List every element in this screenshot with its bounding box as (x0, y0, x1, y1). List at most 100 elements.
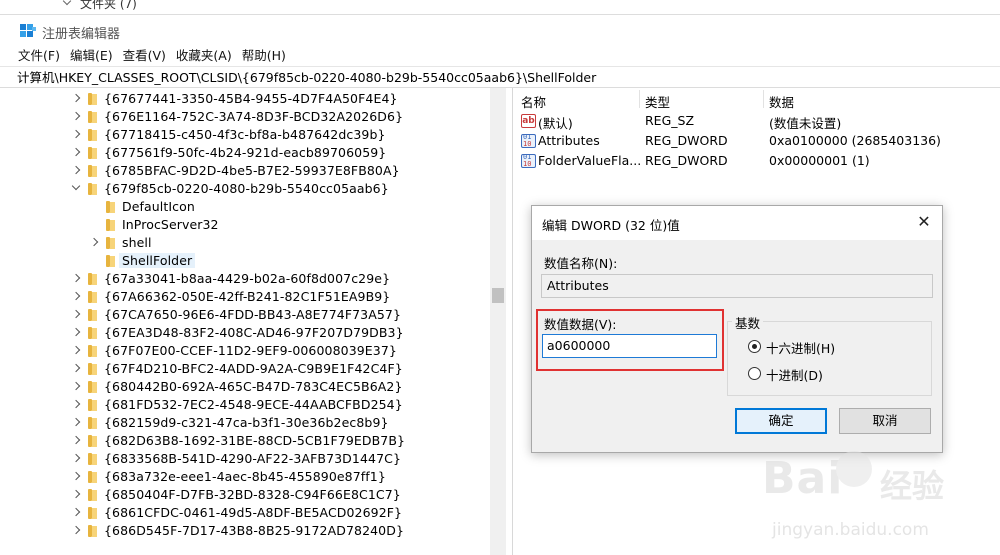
expand-arrow-icon[interactable] (72, 382, 82, 392)
menu-file[interactable]: 文件(F) (18, 46, 60, 68)
expand-arrow-icon[interactable] (72, 112, 82, 122)
regedit-app-icon (20, 24, 36, 40)
tree-item[interactable]: {67A66362-050E-42ff-B241-82C1F51EA9B9} (0, 288, 490, 306)
tree-item-label: {677561f9-50fc-4b24-921d-eacb89706059} (104, 145, 387, 160)
tree-item-label: {681FD532-7EC2-4548-9ECE-44AABCFBD254} (104, 397, 403, 412)
expand-arrow-icon[interactable] (72, 400, 82, 410)
hex-radio[interactable] (748, 340, 761, 353)
tree-item-label: {6785BFAC-9D2D-4be5-B7E2-59937E8FB80A} (104, 163, 400, 178)
tree-item-label: {680442B0-692A-465C-B47D-783C4EC5B6A2} (104, 379, 403, 394)
dword-value-icon (521, 133, 536, 148)
collapse-arrow-icon[interactable] (72, 184, 82, 194)
tree-item[interactable]: shell (0, 234, 490, 252)
tree-item[interactable]: DefaultIcon (0, 198, 490, 216)
tree-item-label: {686D545F-7D17-43B8-8B25-9172AD78240D} (104, 523, 405, 538)
expand-arrow-icon[interactable] (72, 346, 82, 356)
watermark-brand: Bai (762, 453, 844, 504)
expand-arrow-icon[interactable] (72, 166, 82, 176)
base-groupbox (727, 321, 932, 396)
tree-item[interactable]: {6833568B-541D-4290-AF22-3AFB73D1447C} (0, 450, 490, 468)
expand-arrow-icon[interactable] (72, 472, 82, 482)
expand-arrow-icon[interactable] (72, 454, 82, 464)
tree-item[interactable]: {683a732e-eee1-4aec-8b45-455890e87ff1} (0, 468, 490, 486)
address-bar[interactable]: 计算机\HKEY_CLASSES_ROOT\CLSID\{679f85cb-02… (0, 66, 1000, 88)
tree-scrollbar[interactable] (490, 88, 506, 555)
dec-radio-label[interactable]: 十进制(D) (766, 365, 823, 384)
menu-view[interactable]: 查看(V) (123, 46, 166, 68)
folder-icon (104, 201, 116, 213)
close-icon[interactable]: ✕ (914, 212, 934, 232)
value-type: REG_DWORD (645, 153, 728, 168)
expand-arrow-icon[interactable] (72, 130, 82, 140)
tree-item[interactable]: {6861CFDC-0461-49d5-A8DF-BE5ACD02692F} (0, 504, 490, 522)
column-separator[interactable] (639, 90, 640, 108)
column-header-name[interactable]: 名称 (521, 92, 546, 111)
value-row[interactable]: Attributes REG_DWORD 0xa0100000 (2685403… (513, 131, 1000, 151)
value-type: REG_DWORD (645, 133, 728, 148)
tree-item[interactable]: {680442B0-692A-465C-B47D-783C4EC5B6A2} (0, 378, 490, 396)
tree-item[interactable]: InProcServer32 (0, 216, 490, 234)
tree-item[interactable]: {67F4D210-BFC2-4ADD-9A2A-C9B9E1F42C4F} (0, 360, 490, 378)
value-data: (数值未设置) (769, 116, 842, 131)
expand-arrow-icon[interactable] (72, 310, 82, 320)
menu-favorites[interactable]: 收藏夹(A) (176, 46, 232, 68)
tree-item-label: shell (122, 235, 152, 250)
expand-arrow-icon[interactable] (72, 328, 82, 338)
expand-arrow-icon[interactable] (72, 508, 82, 518)
expand-arrow-icon[interactable] (72, 94, 82, 104)
folder-icon (86, 111, 98, 123)
expand-arrow-icon[interactable] (72, 292, 82, 302)
expand-arrow-icon[interactable] (72, 364, 82, 374)
tree-item-expanded[interactable]: {679f85cb-0220-4080-b29b-5540cc05aab6} (0, 180, 490, 198)
value-name-field: Attributes (541, 274, 933, 298)
column-header-data[interactable]: 数据 (769, 92, 794, 111)
tree-item[interactable]: {67a33041-b8aa-4429-b02a-60f8d007c29e} (0, 270, 490, 288)
tree-item[interactable]: {67CA7650-96E6-4FDD-BB43-A8E774F73A57} (0, 306, 490, 324)
expand-arrow-icon[interactable] (72, 148, 82, 158)
ok-button[interactable]: 确定 (735, 408, 827, 434)
value-row[interactable]: ab (默认) REG_SZ (数值未设置) (513, 111, 1000, 131)
value-type: REG_SZ (645, 113, 695, 128)
values-list-header: 名称 类型 数据 (513, 90, 1000, 110)
folder-icon (86, 489, 98, 501)
dec-radio[interactable] (748, 367, 761, 380)
tree-item[interactable]: {67EA3D48-83F2-408C-AD46-97F207D79DB3} (0, 324, 490, 342)
tree-item[interactable]: {677561f9-50fc-4b24-921d-eacb89706059} (0, 144, 490, 162)
tree-item[interactable]: {681FD532-7EC2-4548-9ECE-44AABCFBD254} (0, 396, 490, 414)
cancel-button[interactable]: 取消 (839, 408, 931, 434)
tree-item[interactable]: {682159d9-c321-47ca-b3f1-30e36b2ec8b9} (0, 414, 490, 432)
tree-item[interactable]: {6785BFAC-9D2D-4be5-B7E2-59937E8FB80A} (0, 162, 490, 180)
tree-item[interactable]: {686D545F-7D17-43B8-8B25-9172AD78240D} (0, 522, 490, 540)
expand-arrow-icon[interactable] (72, 490, 82, 500)
folder-icon (86, 399, 98, 411)
column-header-type[interactable]: 类型 (645, 92, 670, 111)
scrollbar-thumb[interactable] (492, 288, 504, 303)
expand-arrow-icon[interactable] (72, 274, 82, 284)
expand-arrow-icon[interactable] (90, 238, 100, 248)
tree-item[interactable]: {676E1164-752C-3A74-8D3F-BCD32A2026D6} (0, 108, 490, 126)
folder-icon (86, 93, 98, 105)
paw-logo-icon (836, 451, 872, 487)
tree-item[interactable]: {67F07E00-CCEF-11D2-9EF9-006008039E37} (0, 342, 490, 360)
value-name-label: 数值名称(N): (544, 256, 618, 271)
value-data-input[interactable]: a0600000 (542, 334, 717, 358)
expand-arrow-icon[interactable] (72, 436, 82, 446)
tree-item-label: {67F4D210-BFC2-4ADD-9A2A-C9B9E1F42C4F} (104, 361, 403, 376)
tree-item[interactable]: {6850404F-D7FB-32BD-8328-C94F66E8C1C7} (0, 486, 490, 504)
folder-icon (104, 237, 116, 249)
tree-item[interactable]: {67677441-3350-45B4-9455-4D7F4A50F4E4} (0, 90, 490, 108)
tree-item[interactable]: {67718415-c450-4f3c-bf8a-b487642dc39b} (0, 126, 490, 144)
menu-edit[interactable]: 编辑(E) (70, 46, 113, 68)
tree-item[interactable]: {682D63B8-1692-31BE-88CD-5CB1F79EDB7B} (0, 432, 490, 450)
expand-arrow-icon[interactable] (72, 418, 82, 428)
tree-item-label: {6850404F-D7FB-32BD-8328-C94F66E8C1C7} (104, 487, 401, 502)
expand-arrow-icon[interactable] (72, 526, 82, 536)
value-row[interactable]: FolderValueFla... REG_DWORD 0x00000001 (… (513, 151, 1000, 171)
column-separator[interactable] (763, 90, 764, 108)
chevron-down-icon (62, 0, 72, 6)
menu-help[interactable]: 帮助(H) (242, 46, 286, 68)
dialog-titlebar[interactable]: 编辑 DWORD (32 位)值 ✕ (532, 206, 942, 240)
watermark-url: jingyan.baidu.com (772, 520, 929, 540)
hex-radio-label[interactable]: 十六进制(H) (766, 338, 835, 357)
tree-item-selected[interactable]: ShellFolder (0, 252, 490, 270)
